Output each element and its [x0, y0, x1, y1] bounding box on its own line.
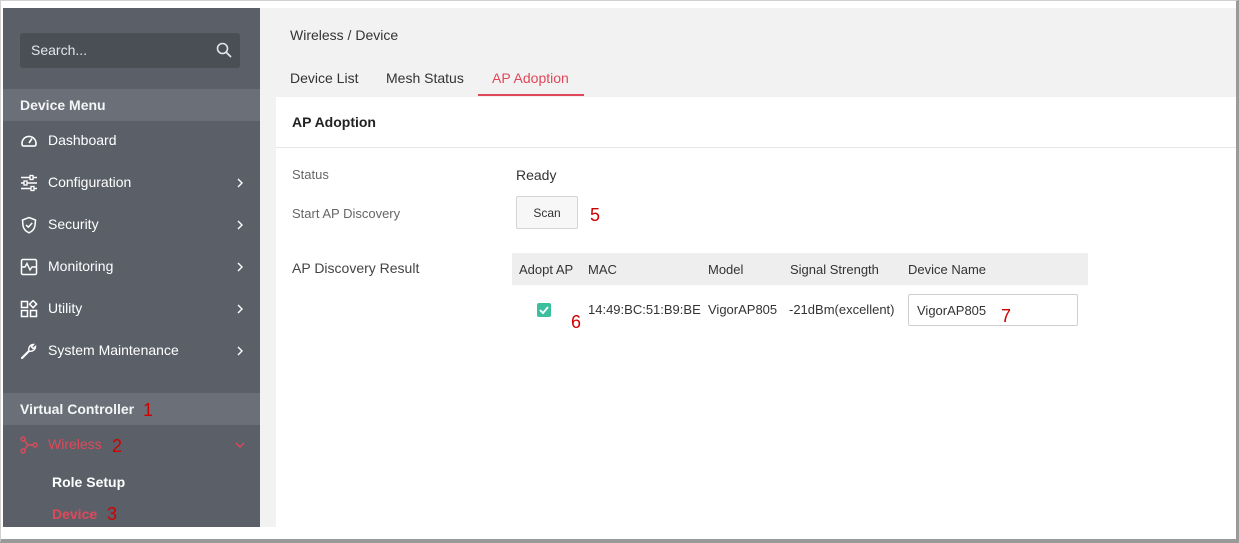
chevron-down-icon [235, 442, 245, 448]
sidebar-item-label: Configuration [48, 174, 132, 190]
tab-mesh-status[interactable]: Mesh Status [386, 70, 464, 86]
chevron-right-icon [237, 220, 243, 230]
model-cell: VigorAP805 [708, 302, 778, 317]
annotation-6: 6 [571, 312, 582, 332]
column-header-model: Model [708, 262, 744, 277]
sidebar-item-label: Utility [48, 300, 83, 316]
sidebar-item-label: Wireless [48, 436, 102, 452]
device-menu-header: Device Menu [3, 89, 260, 121]
search-icon[interactable] [216, 42, 232, 58]
annotation-1: 1 [143, 400, 154, 420]
mac-cell: 14:49:BC:51:B9:BE [588, 302, 701, 317]
status-label: Status [292, 167, 329, 182]
annotation-3: 3 [107, 504, 118, 524]
card-title: AP Adoption [292, 114, 376, 130]
ap-discovery-result-label: AP Discovery Result [292, 260, 420, 276]
sidebar-item-label: Dashboard [48, 132, 117, 148]
divider [276, 147, 1236, 148]
shield-icon [21, 216, 37, 234]
virtual-controller-header: Virtual Controller [3, 393, 260, 425]
sidebar-subitem-role-setup[interactable]: Role Setup [52, 474, 125, 490]
ap-adoption-card: AP Adoption Status Ready Start AP Discov… [276, 97, 1236, 527]
tab-ap-adoption[interactable]: AP Adoption [492, 70, 569, 86]
grid-icon [20, 300, 38, 318]
sidebar-item-label: Monitoring [48, 258, 114, 274]
sliders-icon [21, 174, 37, 192]
column-header-device-name: Device Name [908, 262, 987, 277]
sidebar-item-configuration[interactable]: Configuration [3, 163, 260, 203]
breadcrumb: Wireless / Device [290, 27, 399, 43]
wrench-icon [20, 343, 37, 360]
sidebar-subitem-device[interactable]: Device [52, 506, 97, 522]
dashboard-icon [21, 135, 37, 147]
annotation-2: 2 [112, 436, 123, 456]
chevron-right-icon [237, 262, 243, 272]
annotation-7: 7 [1001, 306, 1012, 326]
checkmark-icon [539, 306, 549, 315]
table-header: Adopt AP MAC Model Signal Strength Devic… [512, 253, 1088, 285]
column-header-adopt-ap: Adopt AP [519, 262, 574, 277]
network-icon [20, 436, 38, 454]
column-header-mac: MAC [588, 262, 617, 277]
sidebar-item-utility[interactable]: Utility [3, 289, 260, 329]
sidebar-item-dashboard[interactable]: Dashboard [3, 121, 260, 161]
monitor-icon [20, 258, 38, 276]
search-box[interactable]: Search... [20, 33, 240, 68]
chevron-right-icon [237, 304, 243, 314]
sidebar-item-label: System Maintenance [48, 342, 179, 358]
start-ap-discovery-label: Start AP Discovery [292, 206, 401, 221]
virtual-controller-header-label: Virtual Controller [20, 401, 135, 417]
chevron-right-icon [237, 178, 243, 188]
chevron-right-icon [237, 346, 243, 356]
main-content: Wireless / Device Device List Mesh Statu… [260, 8, 1236, 527]
status-value: Ready [516, 167, 557, 183]
tab-device-list[interactable]: Device List [290, 70, 358, 86]
sidebar-item-wireless[interactable]: Wireless [3, 425, 260, 465]
device-name-input[interactable] [908, 294, 1078, 326]
sidebar-item-system-maintenance[interactable]: System Maintenance [3, 331, 260, 371]
device-menu-header-label: Device Menu [20, 97, 106, 113]
search-input[interactable]: Search... [31, 42, 87, 58]
sidebar-item-security[interactable]: Security [3, 205, 260, 245]
signal-strength-cell: -21dBm(excellent) [789, 302, 895, 317]
scan-button[interactable]: Scan [516, 196, 578, 229]
annotation-5: 5 [590, 205, 601, 225]
sidebar-item-monitoring[interactable]: Monitoring [3, 247, 260, 287]
adopt-ap-checkbox[interactable] [537, 303, 551, 317]
sidebar-item-label: Security [48, 216, 99, 232]
column-header-signal-strength: Signal Strength [790, 262, 879, 277]
sidebar: Search... Device Menu Dashboard Configur… [3, 8, 260, 527]
